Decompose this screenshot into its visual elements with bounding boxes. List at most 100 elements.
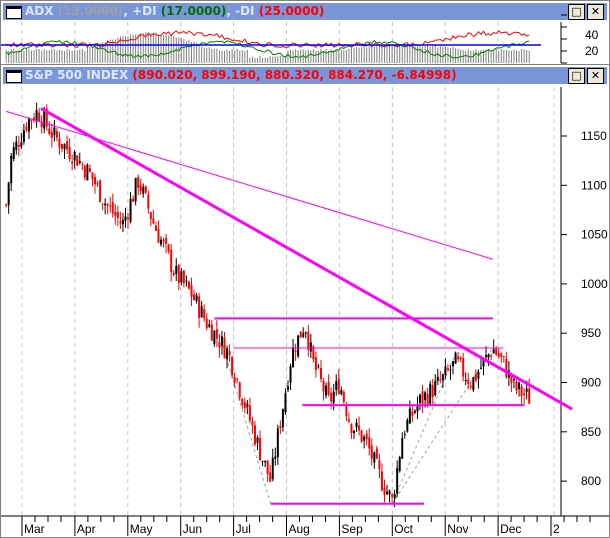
- candle-body: [22, 130, 25, 142]
- candle-body: [469, 385, 472, 388]
- candle-body: [411, 411, 414, 416]
- candle-body: [429, 383, 432, 404]
- x-tick-label: Jun: [183, 522, 202, 536]
- candle-body: [10, 155, 13, 184]
- candle-body: [63, 144, 66, 150]
- candle-body: [286, 386, 289, 390]
- candle-body: [284, 393, 287, 413]
- candle-body: [76, 155, 79, 166]
- y-tick-label: 950: [581, 326, 601, 340]
- candle-body: [515, 381, 518, 391]
- candle-body: [518, 382, 521, 390]
- candle-body: [477, 371, 480, 379]
- candle-body: [38, 112, 41, 122]
- candle-body: [203, 308, 206, 319]
- candle-body: [256, 437, 259, 443]
- candle-body: [289, 366, 292, 383]
- x-tick-label: Nov: [447, 522, 468, 536]
- candle-body: [261, 460, 264, 462]
- candle-body: [190, 285, 193, 297]
- candle-body: [380, 471, 383, 491]
- candle-body: [462, 358, 465, 377]
- candle-body: [187, 281, 190, 289]
- candle-body: [236, 378, 239, 380]
- x-tick-label: Apr: [77, 522, 96, 536]
- candle-body: [436, 376, 439, 381]
- candle-body: [91, 172, 94, 180]
- x-tick-label: Mar: [24, 522, 45, 536]
- candle-body: [502, 355, 505, 357]
- candle-body: [297, 335, 300, 357]
- candle-body: [492, 348, 495, 354]
- candle-body: [355, 422, 358, 428]
- y-tick-label: 850: [581, 425, 601, 439]
- candle-body: [193, 293, 196, 300]
- candle-body: [180, 271, 183, 283]
- candle-body: [116, 211, 119, 218]
- candle-body: [294, 351, 297, 353]
- candle-body: [220, 336, 223, 346]
- candle-body: [213, 330, 216, 344]
- candle-body: [157, 228, 160, 243]
- candle-body: [149, 212, 152, 219]
- candle-body: [335, 381, 338, 390]
- candle-body: [424, 392, 427, 401]
- candle-body: [238, 382, 241, 398]
- candle-body: [266, 460, 269, 475]
- candle-body: [340, 390, 343, 395]
- candle-body: [53, 127, 56, 136]
- price-panel: S&P 500 INDEX (890.020, 899.190, 880.320…: [0, 64, 610, 538]
- candle-body: [129, 198, 132, 222]
- candle-body: [413, 410, 416, 413]
- y-tick-label: 1050: [581, 228, 608, 242]
- candle-body: [457, 356, 460, 360]
- candle-body: [307, 331, 310, 350]
- candle-body: [68, 147, 71, 159]
- candle-body: [314, 357, 317, 371]
- candle-body: [215, 329, 218, 339]
- candle-body: [12, 147, 15, 160]
- candle-body: [142, 186, 145, 194]
- candle-body: [401, 438, 404, 459]
- candle-body: [119, 221, 122, 224]
- candle-body: [304, 332, 307, 334]
- candle-body: [60, 143, 63, 149]
- candle-body: [350, 424, 353, 434]
- candle-body: [479, 367, 482, 369]
- candle-body: [154, 225, 157, 231]
- candle-body: [144, 186, 147, 193]
- candle-body: [388, 490, 391, 495]
- candle-body: [167, 244, 170, 252]
- candle-body: [271, 457, 274, 480]
- candle-body: [525, 388, 528, 392]
- candle-body: [337, 378, 340, 394]
- candle-body: [317, 366, 320, 368]
- candle-body: [444, 366, 447, 376]
- candle-body: [27, 118, 30, 132]
- candle-body: [309, 342, 312, 352]
- candle-body: [347, 419, 350, 422]
- candle-body: [370, 445, 373, 459]
- candle-body: [378, 460, 381, 470]
- candle-body: [152, 218, 155, 224]
- candle-body: [106, 204, 109, 206]
- candle-body: [177, 265, 180, 284]
- candle-body: [452, 361, 455, 367]
- candle-body: [398, 456, 401, 471]
- candle-body: [35, 110, 38, 122]
- candle-body: [330, 392, 333, 402]
- adx-panel: ADX (13.0000), +DI (17.0000), -DI (25.00…: [0, 0, 610, 66]
- candle-body: [121, 220, 124, 225]
- candle-body: [467, 379, 470, 384]
- candle-body: [58, 138, 61, 148]
- y-tick-label: 1150: [581, 129, 607, 143]
- candle-body: [223, 337, 226, 359]
- candle-body: [124, 216, 127, 221]
- candle-body: [81, 164, 84, 166]
- trendline-long-downtrend: [5, 110, 493, 260]
- candle-body: [5, 204, 8, 206]
- candle-body: [94, 177, 97, 185]
- candle-body: [426, 393, 429, 405]
- candle-body: [497, 353, 500, 357]
- candle-body: [264, 460, 267, 463]
